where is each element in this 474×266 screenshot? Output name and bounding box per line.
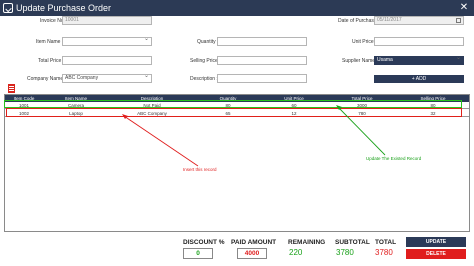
update-annotation: Update The Existed Record [366, 156, 422, 161]
total-label: TOTAL [375, 239, 397, 246]
update-button[interactable]: UPDATE [406, 237, 466, 247]
insert-arrow [123, 115, 199, 167]
update-arrow [337, 106, 386, 156]
subtotal-label: SUBTOTAL [335, 239, 370, 246]
remaining-label: REMAINING [288, 239, 326, 246]
paid-amount-label: PAID AMOUNT [231, 239, 277, 246]
discount-field[interactable]: 0 [183, 248, 213, 259]
remaining-value: 220 [289, 248, 303, 257]
update-arrowhead [336, 105, 342, 110]
insert-annotation: Insert this record [183, 167, 217, 172]
delete-button[interactable]: DELETE [406, 249, 466, 259]
paid-amount-field[interactable]: 4000 [237, 248, 267, 259]
annotation-arrows [122, 105, 386, 167]
discount-label: DISCOUNT % [183, 239, 225, 246]
subtotal-value: 3780 [336, 248, 354, 257]
total-value: 3780 [375, 248, 393, 257]
